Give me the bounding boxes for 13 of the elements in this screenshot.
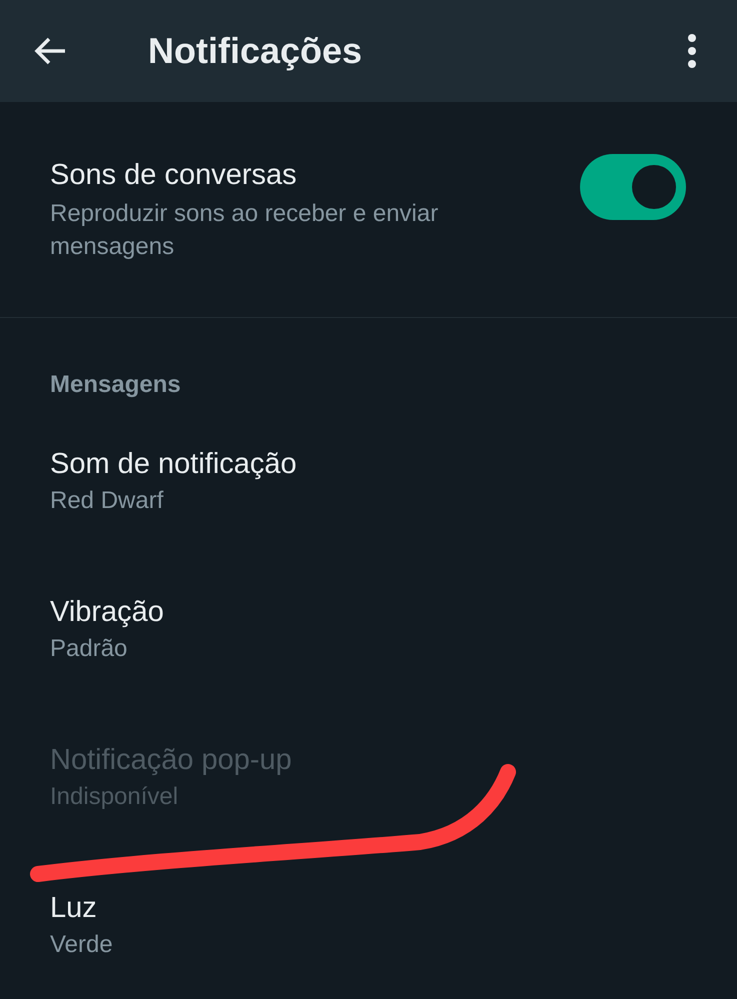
setting-description: Reproduzir sons ao receber e enviar mensagens: [50, 199, 440, 262]
setting-title[interactable]: Luz: [50, 890, 737, 926]
setting-title: Notificação pop-up: [50, 743, 293, 778]
setting-title[interactable]: Som de notificação: [50, 446, 737, 482]
setting-value: Indisponível: [50, 782, 180, 812]
setting-title: Sons de conversas: [50, 158, 298, 193]
more-icon[interactable]: [687, 33, 697, 69]
setting-value: Padrão: [50, 634, 128, 664]
section-header: Mensagens: [50, 370, 182, 400]
setting-value: Red Dwarf: [50, 486, 164, 516]
screen-title: Notificações: [148, 29, 362, 73]
setting-value: Verde: [50, 930, 114, 960]
setting-title[interactable]: Vibração: [50, 594, 737, 630]
